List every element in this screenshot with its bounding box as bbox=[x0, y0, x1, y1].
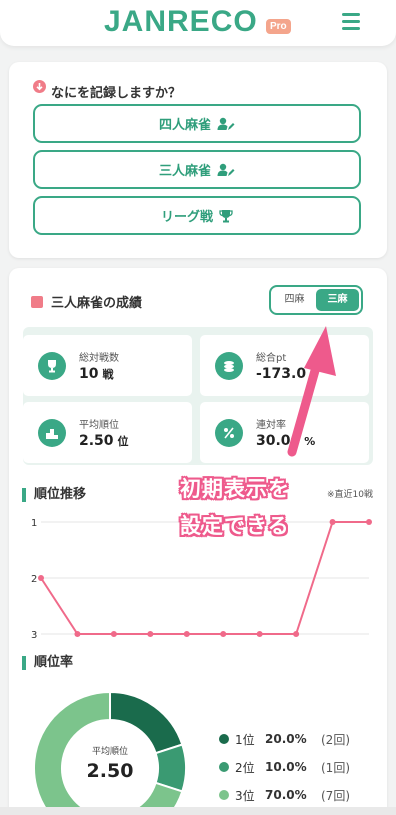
annotation-line-1: 初期表示を bbox=[180, 477, 290, 501]
bottom-bar bbox=[0, 807, 396, 815]
annotation-line-2: 設定できる bbox=[180, 514, 290, 538]
annotation-arrow bbox=[287, 326, 336, 457]
